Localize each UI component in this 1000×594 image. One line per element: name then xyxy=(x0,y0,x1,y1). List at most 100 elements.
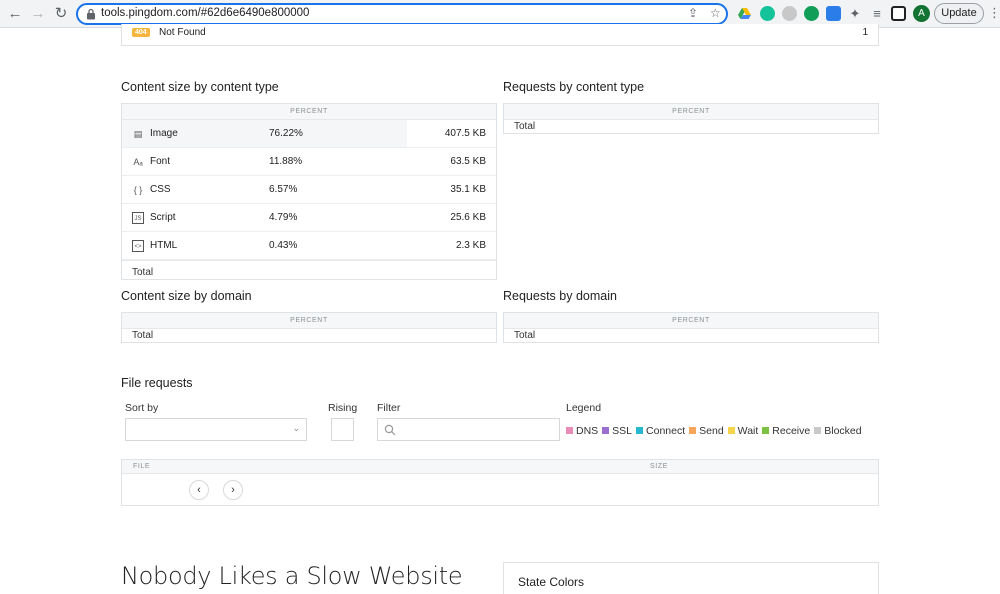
legend-label-text: Blocked xyxy=(824,424,862,437)
update-button[interactable]: Update xyxy=(934,3,984,24)
row-size: 35.1 KB xyxy=(450,184,486,195)
percent-column-header: PERCENT xyxy=(122,104,496,120)
legend-item-send: Send xyxy=(689,425,724,437)
legend-label-text: Connect xyxy=(646,424,686,437)
legend-item-wait: Wait xyxy=(727,424,759,437)
row-percent: 11.88% xyxy=(269,156,303,167)
script-icon: JS xyxy=(132,212,144,224)
row-percent: 0.43% xyxy=(269,240,298,251)
row-size: 25.6 KB xyxy=(450,212,486,223)
legend-swatch xyxy=(762,427,770,434)
requests-by-domain-title: Requests by domain xyxy=(503,289,617,303)
legend-swatch xyxy=(636,427,644,434)
table-row[interactable]: JS Script 4.79% 25.6 KB xyxy=(122,204,496,232)
content-size-by-domain-title: Content size by domain xyxy=(121,289,252,303)
search-icon xyxy=(384,424,396,436)
reading-list-icon[interactable]: ≡ xyxy=(868,5,886,23)
sort-by-label: Sort by xyxy=(125,402,159,414)
row-size: 407.5 KB xyxy=(444,128,486,139)
reload-icon[interactable]: ↻ xyxy=(52,5,70,23)
legend-label-text: SSL xyxy=(612,424,633,437)
legend-swatch xyxy=(566,427,573,434)
row-percent: 6.57% xyxy=(269,184,298,195)
state-colors-title: State Colors xyxy=(518,575,585,589)
html-icon: <> xyxy=(132,240,144,252)
profile-avatar[interactable]: A xyxy=(913,5,930,22)
legend-label-text: DNS xyxy=(576,424,599,437)
url-text: tools.pingdom.com/#62d6e6490e800000 xyxy=(101,7,310,19)
disabled-extension-icon[interactable] xyxy=(782,6,797,21)
table-row[interactable]: Aₐ Font 11.88% 63.5 KB xyxy=(122,148,496,176)
chevron-down-icon: ⌄ xyxy=(292,423,300,433)
table-row[interactable]: { } CSS 6.57% 35.1 KB xyxy=(122,176,496,204)
legend-item-blocked: Blocked xyxy=(814,424,862,437)
content-size-by-type-table: PERCENT ▤ Image 76.22% 407.5 KB Aₐ Font … xyxy=(121,103,497,280)
window-extension-icon[interactable] xyxy=(826,6,841,21)
row-name: Image xyxy=(150,128,178,139)
content-size-by-domain-table: PERCENT Total xyxy=(121,312,497,343)
file-table-header: FILE SIZE xyxy=(122,460,878,474)
status-row: 404 Not Found 1 xyxy=(121,24,879,46)
share-icon[interactable]: ⇪ xyxy=(688,6,698,20)
bookmark-star-icon[interactable]: ☆ xyxy=(710,6,721,20)
total-label: Total xyxy=(514,330,536,341)
font-icon: Aₐ xyxy=(133,157,143,167)
row-size: 63.5 KB xyxy=(450,156,486,167)
percent-column-header: PERCENT xyxy=(504,104,878,120)
percent-column-header: PERCENT xyxy=(504,313,878,329)
requests-by-domain-table: PERCENT Total xyxy=(503,312,879,343)
status-extension-icon[interactable] xyxy=(804,6,819,21)
total-label: Total xyxy=(132,330,154,341)
total-label: Total xyxy=(132,267,154,278)
extensions-puzzle-icon[interactable]: ✦ xyxy=(846,5,864,23)
side-panel-icon[interactable] xyxy=(891,6,906,21)
file-column-header: FILE xyxy=(133,463,151,470)
requests-by-type-table: PERCENT Total xyxy=(503,103,879,134)
legend-swatch xyxy=(814,427,822,434)
more-menu-icon[interactable]: ⋮ xyxy=(988,5,1000,21)
size-column-header: SIZE xyxy=(650,463,668,470)
rising-checkbox[interactable] xyxy=(331,418,354,441)
forward-icon[interactable]: → xyxy=(29,5,47,23)
legend-item-connect: Connect xyxy=(636,425,685,437)
legend-swatch xyxy=(602,427,610,434)
row-name: Font xyxy=(150,156,171,167)
percent-column-header: PERCENT xyxy=(122,313,496,329)
row-name: CSS xyxy=(150,184,171,195)
headline: Nobody Likes a Slow Website xyxy=(121,562,463,590)
legend-item-dns: DNS xyxy=(566,425,598,437)
legend-label-text: Receive xyxy=(772,424,811,437)
file-requests-title: File requests xyxy=(121,376,193,390)
filter-label: Filter xyxy=(377,402,401,414)
legend-item-ssl: SSL xyxy=(602,425,632,437)
legend-label: Legend xyxy=(566,402,602,414)
previous-page-button[interactable]: ‹ xyxy=(189,480,209,500)
image-icon: ▤ xyxy=(133,129,143,139)
requests-by-type-title: Requests by content type xyxy=(503,80,645,94)
row-name: HTML xyxy=(150,240,178,251)
state-colors-panel: State Colors xyxy=(503,562,879,594)
row-size: 2.3 KB xyxy=(455,240,486,251)
legend-swatch xyxy=(689,427,697,434)
filter-input[interactable] xyxy=(377,418,560,441)
css-icon: { } xyxy=(133,185,143,195)
next-page-button[interactable]: › xyxy=(223,480,243,500)
legend: DNS SSL Connect Send Wait Receive Blocked xyxy=(566,421,866,439)
grammarly-extension-icon[interactable] xyxy=(760,6,775,21)
lock-icon xyxy=(87,8,95,20)
legend-item-receive: Receive xyxy=(762,425,810,437)
row-name: Script xyxy=(150,212,176,223)
status-text: Not Found xyxy=(159,27,206,38)
content-size-by-type-title: Content size by content type xyxy=(121,80,279,94)
table-row[interactable]: <> HTML 0.43% 2.3 KB xyxy=(122,232,496,260)
row-percent: 76.22% xyxy=(269,128,303,139)
table-row[interactable]: ▤ Image 76.22% 407.5 KB xyxy=(122,120,496,148)
address-bar[interactable]: tools.pingdom.com/#62d6e6490e800000 ⇪ ☆ xyxy=(76,3,728,25)
legend-swatch xyxy=(727,427,735,434)
drive-extension-icon[interactable] xyxy=(737,6,752,21)
rising-label: Rising xyxy=(328,402,358,414)
legend-label-text: Wait xyxy=(737,424,759,437)
sort-by-select[interactable]: ⌄ xyxy=(125,418,307,441)
back-icon[interactable]: ← xyxy=(6,5,24,23)
total-label: Total xyxy=(514,121,536,132)
